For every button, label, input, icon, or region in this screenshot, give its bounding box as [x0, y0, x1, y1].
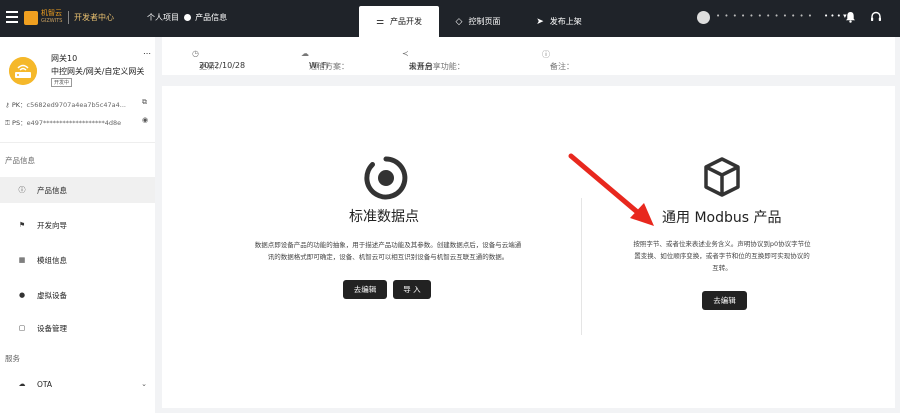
bell-icon[interactable]: [845, 11, 856, 23]
updated-value: 2022/10/28: [198, 61, 246, 70]
standard-edit-button[interactable]: 去编辑: [343, 280, 387, 299]
brand-en: GIZWITS: [41, 18, 63, 24]
ps-label: PS: [12, 119, 21, 127]
sidebar-divider: [0, 142, 155, 143]
standard-datapoint-title: 标准数据点: [349, 209, 419, 225]
copy-icon[interactable]: ⧉: [142, 98, 147, 107]
tab-label: 发布上架: [549, 17, 582, 26]
org-selector[interactable]: • • • ▾: [824, 12, 847, 20]
standard-datapoint-desc: 数据点即设备产品的功能的抽象，用于描述产品功能及其参数。创建数据点后，设备与云端…: [226, 239, 550, 263]
lock-icon: ⚿: [5, 119, 10, 127]
signpost-icon: ⚑: [18, 221, 26, 229]
product-secret: ⚿ PS：e497*******************4d8e: [5, 119, 122, 127]
sidebar-item-ota[interactable]: ☁ OTA ⌄: [0, 371, 155, 397]
tab-product-dev[interactable]: ⚌ 产品开发: [359, 6, 439, 37]
clipboard-icon: ▢: [18, 324, 26, 332]
sliders-icon: ⚌: [375, 16, 385, 27]
sidebar-item-label: OTA: [37, 379, 53, 389]
pk-label: PK: [11, 101, 21, 109]
globe-icon: ●: [18, 291, 26, 299]
modbus-desc-line3: 互转。: [712, 264, 732, 272]
standard-desc-line1: 数据点即设备产品的功能的抽象，用于描述产品功能及其参数。创建数据点后，设备与云端…: [254, 241, 522, 249]
note-label: 备注：: [550, 62, 574, 71]
sidebar-item-product-info[interactable]: ⓘ 产品信息: [0, 177, 155, 203]
red-arrow-annotation: [568, 153, 654, 226]
chevron-down-icon: ⌄: [141, 380, 147, 388]
key-icon: ⚷: [5, 101, 10, 109]
updated-info: ◷ 更新： 2022/10/28: [192, 49, 246, 71]
modbus-desc-line1: 按照字节、或者位来表述业务含义。声明协议到p0协议字节位: [633, 240, 811, 248]
headset-icon[interactable]: [870, 11, 882, 23]
tab-control-page[interactable]: ◇ 控制页面: [447, 6, 509, 37]
status-badge: 开发中: [51, 78, 73, 87]
sidebar-item-device-mgmt[interactable]: ▢ 设备管理: [0, 315, 155, 341]
gateway-name: 网关10: [51, 54, 78, 63]
sidebar-item-label: 设备管理: [37, 323, 67, 333]
modbus-product-title: 通用 Modbus 产品: [662, 210, 782, 226]
gateway-type: 中控网关/网关/自定义网关: [51, 67, 145, 76]
sidebar-item-virtual-device[interactable]: ● 虚拟设备: [0, 282, 155, 308]
sidebar-item-label: 模组信息: [37, 255, 67, 265]
grid-icon: ▦: [18, 256, 26, 264]
breadcrumb: 个人项目 产品信息: [147, 12, 227, 23]
sidebar-item-module-info[interactable]: ▦ 模组信息: [0, 247, 155, 273]
sidebar: 网关10 ⋯ 中控网关/网关/自定义网关 开发中 ⚷ PK：c5682ed970…: [0, 37, 155, 413]
pk-value: c5682ed9707a4ea7b5c47a4...: [26, 101, 126, 109]
share-value: 未开启: [408, 62, 433, 71]
modbus-edit-button[interactable]: 去编辑: [702, 291, 747, 310]
modbus-product-desc: 按照字节、或者位来表述业务含义。声明协议到p0协议字节位 置变换、如位顺序变换，…: [612, 238, 832, 274]
breadcrumb-project[interactable]: 个人项目: [147, 13, 179, 22]
product-info-bar: ◷ 更新： 2022/10/28 ☁ 通信方案： Wi-Fi ≺ 设备分享功能：…: [162, 37, 895, 75]
sidebar-item-label: 虚拟设备: [37, 290, 67, 300]
breadcrumb-separator-icon: [183, 14, 191, 21]
ps-value: e497*******************4d8e: [26, 119, 122, 127]
sidebar-item-label: 产品信息: [37, 185, 67, 195]
circle-dot-icon: [364, 156, 408, 200]
sidebar-item-label: 开发向导: [37, 220, 67, 230]
breadcrumb-product[interactable]: 产品信息: [195, 13, 227, 22]
section-service: 服务: [5, 354, 20, 363]
eye-icon[interactable]: ◉: [142, 116, 148, 124]
top-navigation-bar: 机智云 GIZWITS 开发者中心 个人项目 产品信息 ⚌ 产品开发 ◇ 控制页…: [0, 0, 900, 37]
section-product-info: 产品信息: [5, 156, 35, 165]
cube-icon: [704, 157, 740, 197]
more-options-icon[interactable]: ⋯: [143, 49, 151, 58]
user-name[interactable]: • • • • • • • • • • • •: [716, 12, 813, 20]
note-value: -: [550, 61, 553, 70]
modbus-desc-line2: 置变换、如位顺序变换，或者字节和位的互换即可实现协议的: [634, 252, 810, 260]
user-avatar[interactable]: [697, 11, 710, 24]
import-button[interactable]: 导 入: [393, 280, 431, 299]
tab-label: 产品开发: [390, 17, 423, 26]
share-info: ≺ 设备分享功能： 未开启: [402, 49, 465, 71]
comm-info: ☁ 通信方案： Wi-Fi: [301, 49, 349, 71]
diamond-icon: ◇: [455, 16, 463, 27]
send-icon: ➤: [536, 16, 544, 27]
tab-label: 控制页面: [468, 17, 501, 26]
gizwits-logo[interactable]: [24, 11, 38, 25]
comm-value: Wi-Fi: [309, 61, 329, 70]
tab-publish[interactable]: ➤ 发布上架: [528, 6, 590, 37]
brand-name: 机智云 GIZWITS: [41, 9, 62, 25]
standard-desc-line2: 讯的数据格式即可确定，设备、机智云可以相互识别设备与机智云互联互通的数据。: [267, 253, 509, 261]
note-info: ⓘ 备注： -: [542, 50, 574, 71]
cloud-icon: ☁: [18, 380, 26, 388]
info-icon: ⓘ: [18, 186, 26, 194]
menu-icon[interactable]: [6, 11, 18, 23]
developer-center-link[interactable]: 开发者中心: [74, 12, 114, 23]
product-key: ⚷ PK：c5682ed9707a4ea7b5c47a4...: [5, 101, 126, 109]
brand-cn: 机智云: [41, 9, 62, 17]
gateway-icon: [9, 57, 37, 85]
sidebar-item-dev-guide[interactable]: ⚑ 开发向导: [0, 212, 155, 238]
brand-divider: [68, 11, 69, 24]
org-name: • • •: [824, 12, 841, 20]
